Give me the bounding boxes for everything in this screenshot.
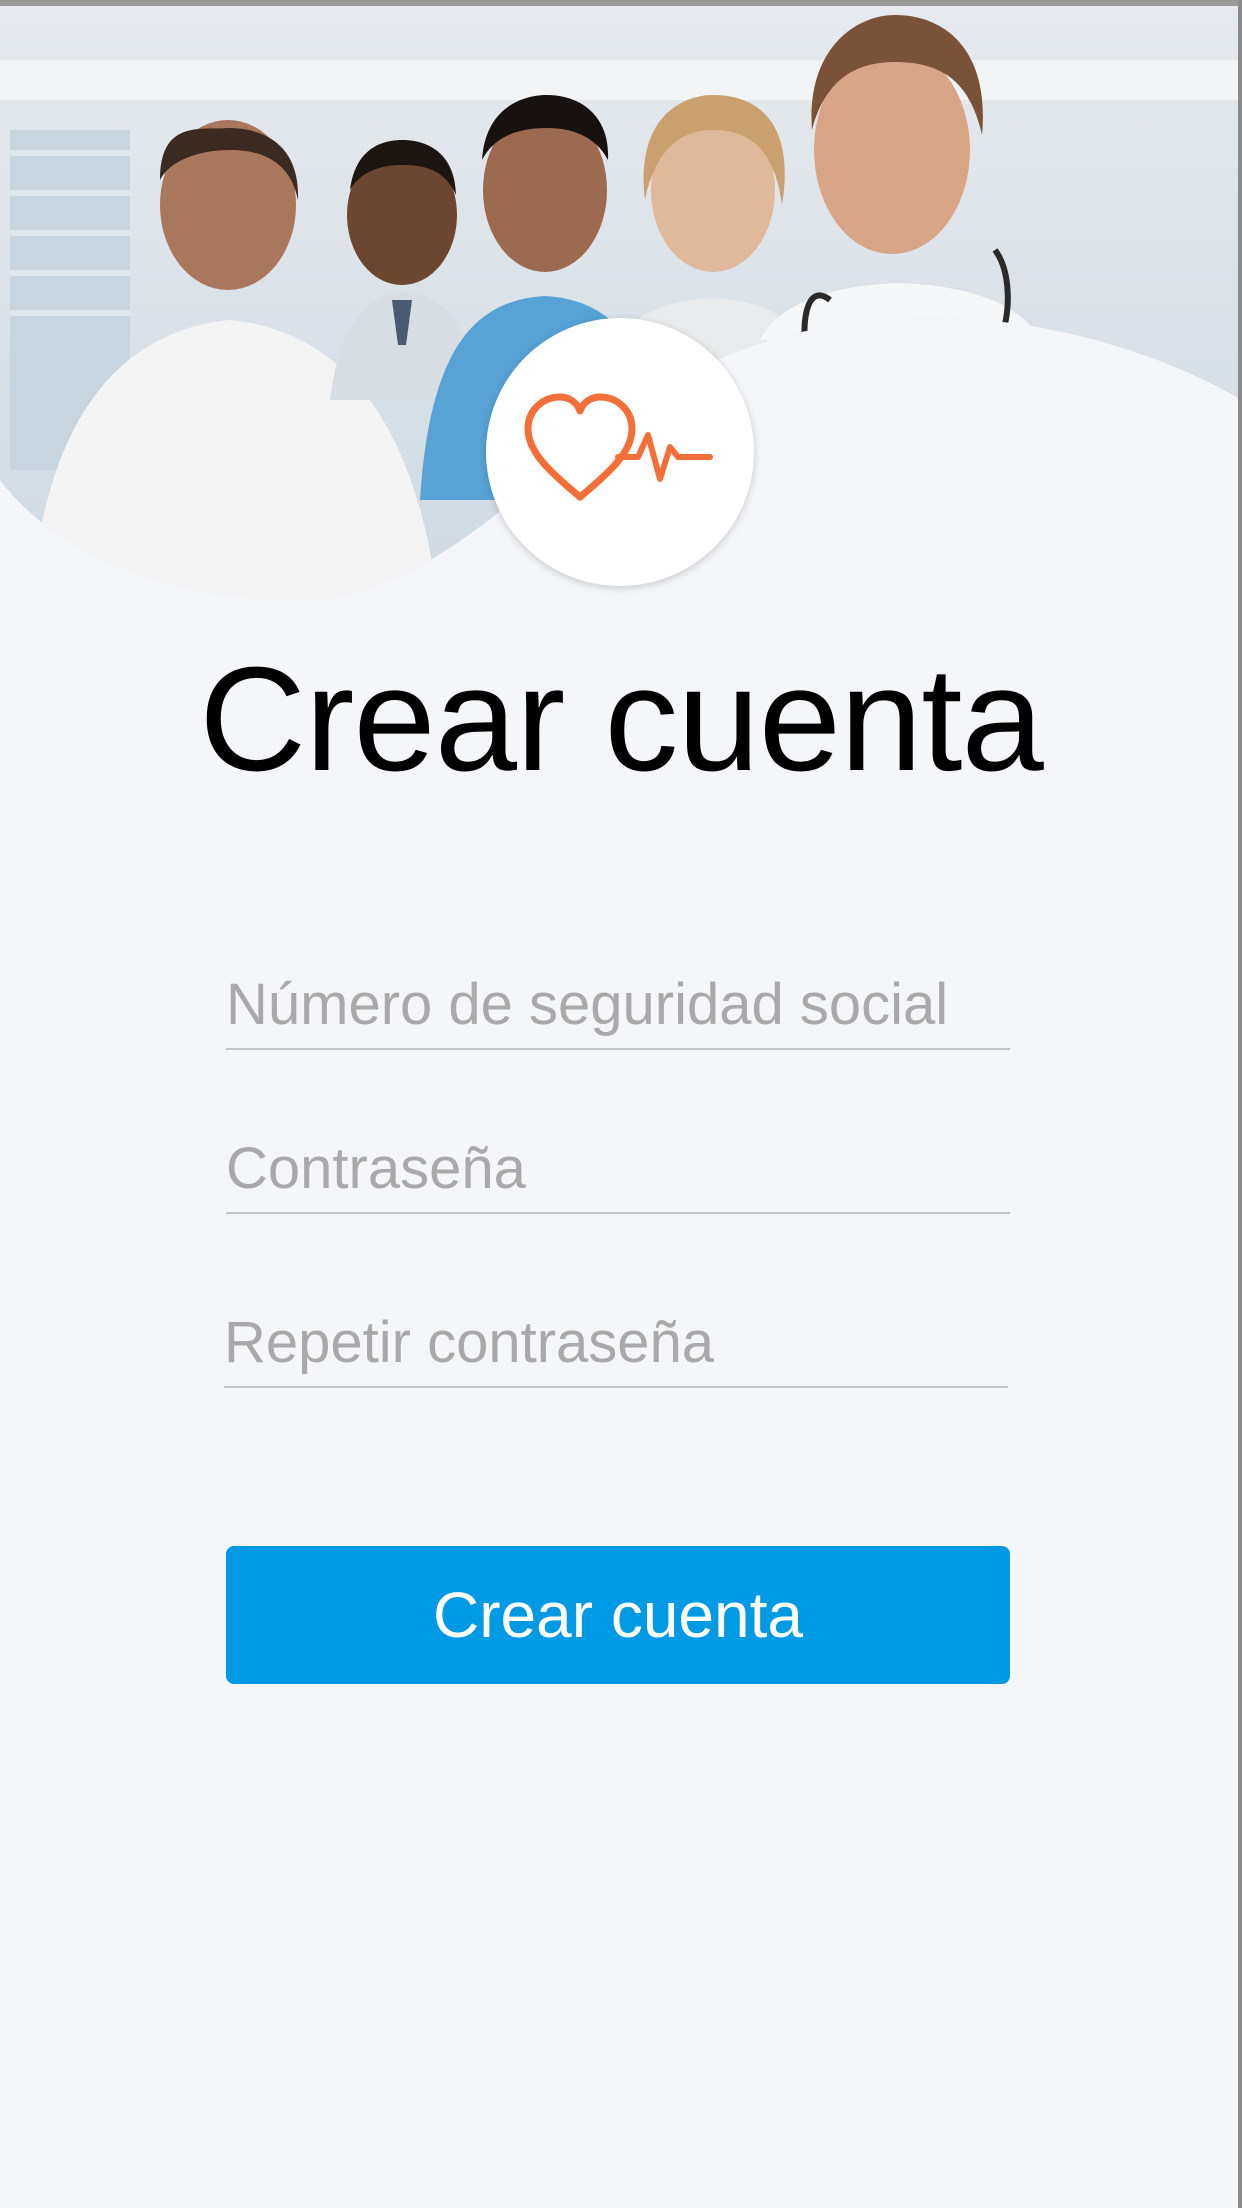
password-input[interactable] <box>226 1132 1010 1214</box>
app-logo <box>486 318 754 586</box>
right-border <box>1238 0 1242 2208</box>
create-account-screen: Crear cuenta Crear cuenta <box>0 0 1242 2208</box>
ssn-input[interactable] <box>226 968 1010 1050</box>
top-border <box>0 0 1242 6</box>
page-title: Crear cuenta <box>199 637 1044 802</box>
heartbeat-icon <box>524 393 713 501</box>
create-account-button[interactable]: Crear cuenta <box>226 1546 1010 1684</box>
repeat-password-input[interactable] <box>224 1306 1008 1388</box>
